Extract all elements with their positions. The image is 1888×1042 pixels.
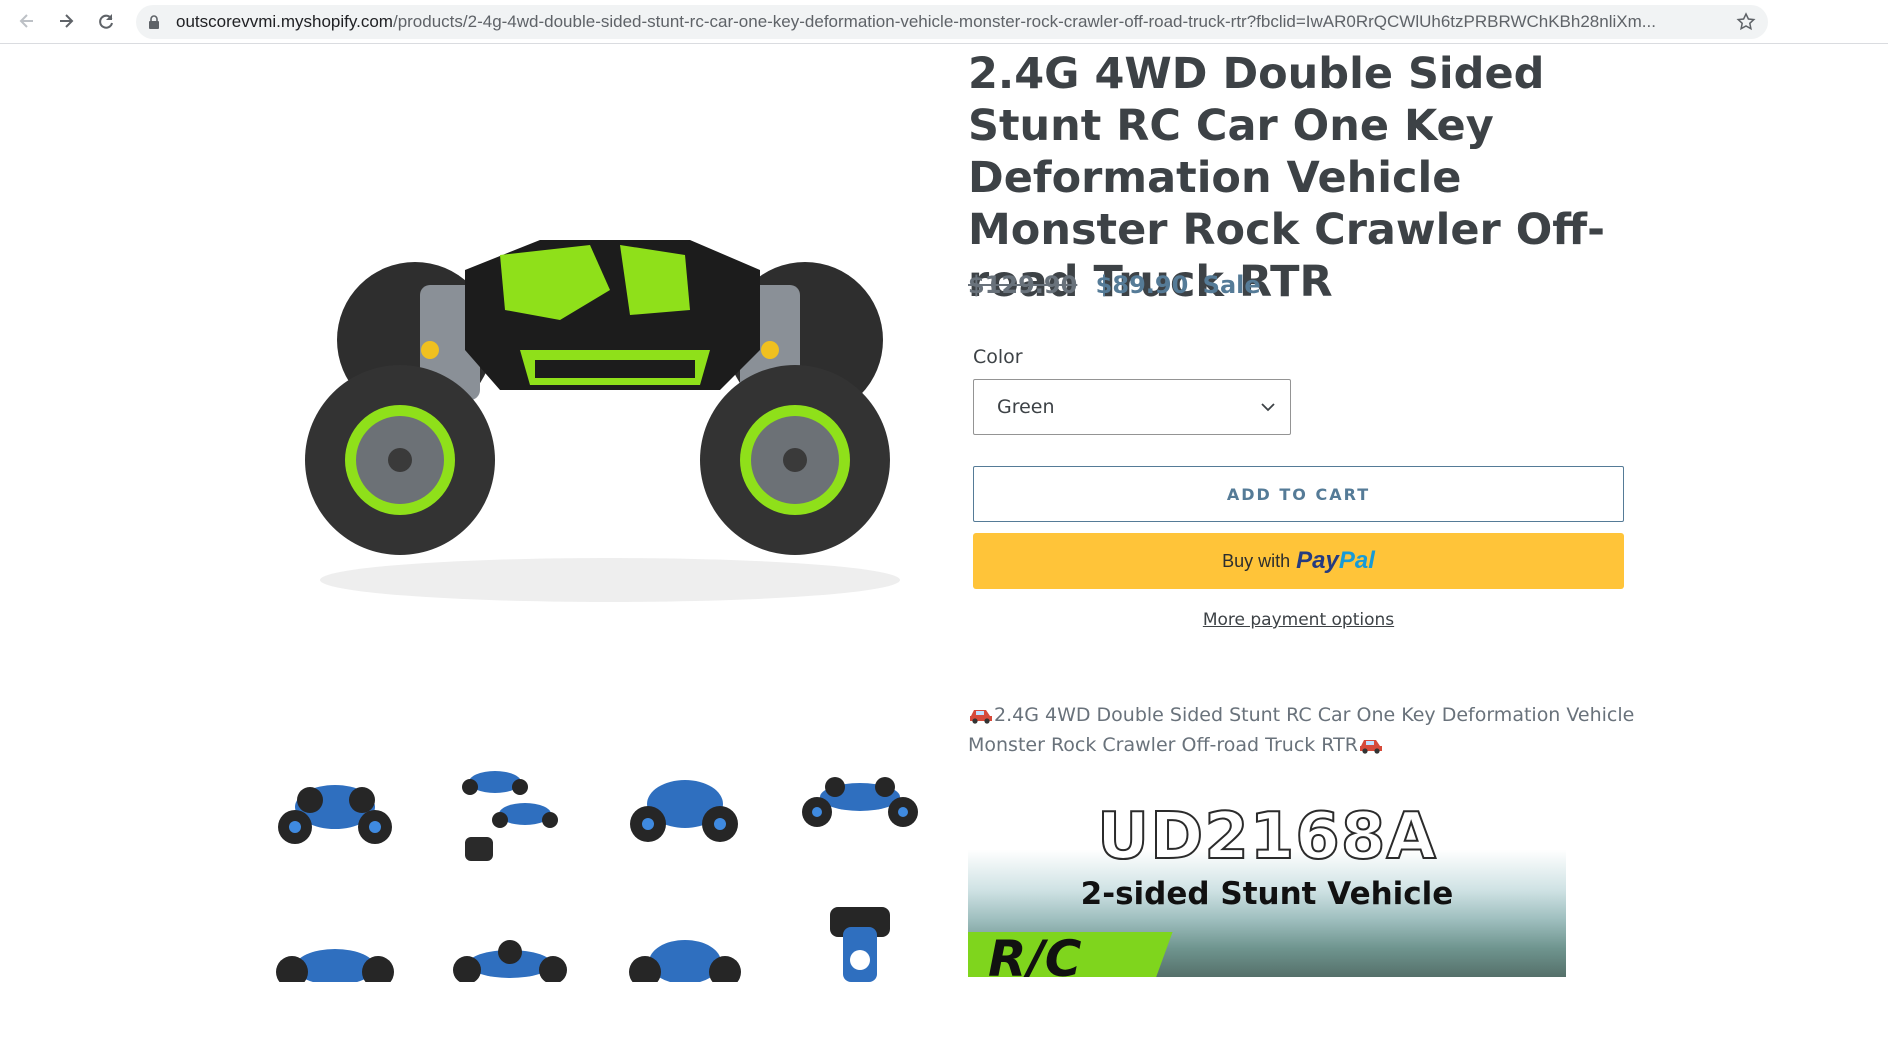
lock-icon — [149, 15, 159, 29]
color-label: Color — [973, 346, 1023, 368]
compare-at-price: $129.90 — [968, 271, 1078, 299]
color-select[interactable]: Green — [973, 379, 1291, 435]
description-image-subtitle: 2-sided Stunt Vehicle — [1080, 876, 1454, 912]
product-main-image[interactable] — [290, 200, 930, 620]
thumbnail-8[interactable] — [795, 902, 925, 1022]
price-block: $129.90 $89.90 Sale — [968, 268, 1261, 302]
thumbnail-6[interactable] — [445, 922, 575, 1042]
chevron-down-icon — [1261, 403, 1275, 412]
car-icon — [970, 710, 992, 724]
car-icon — [1359, 740, 1382, 754]
description-image-badge: R/C — [988, 930, 1082, 977]
more-payment-options-link[interactable]: More payment options — [973, 610, 1624, 630]
star-icon[interactable] — [1736, 12, 1756, 32]
paypal-logo: PayPal — [1296, 547, 1375, 575]
thumbnail-2[interactable] — [445, 752, 575, 872]
reload-button[interactable] — [91, 6, 121, 36]
browser-toolbar: outscorevvmi.myshopify.com/products/2-4g… — [0, 0, 1888, 44]
thumbnail-1[interactable] — [270, 752, 400, 872]
paypal-button[interactable]: Buy with PayPal — [973, 533, 1624, 589]
thumbnail-5[interactable] — [270, 922, 400, 1042]
paypal-logo-pay: Pay — [1296, 547, 1339, 574]
url-domain: outscorevvmi.myshopify.com — [176, 12, 393, 31]
reload-icon — [99, 14, 113, 29]
thumbnail-4[interactable] — [795, 752, 925, 872]
color-select-value: Green — [997, 396, 1055, 418]
sale-label: Sale — [1202, 271, 1261, 299]
url-path: /products/2-4g-4wd-double-sided-stunt-rc… — [392, 12, 1656, 31]
description-image: UD2168A 2-sided Stunt Vehicle R/C — [968, 784, 1566, 977]
add-to-cart-button[interactable]: ADD TO CART — [973, 466, 1624, 522]
description-image-model: UD2168A — [1096, 800, 1437, 874]
paypal-logo-pal: Pal — [1338, 547, 1375, 574]
thumbnail-7[interactable] — [620, 922, 750, 1042]
forward-button[interactable] — [51, 6, 81, 36]
forward-arrow-icon — [60, 14, 74, 28]
back-arrow-icon — [19, 14, 33, 28]
back-button[interactable] — [12, 6, 42, 36]
sale-price: $89.90 — [1095, 271, 1189, 299]
description-text: 2.4G 4WD Double Sided Stunt RC Car One K… — [968, 704, 1635, 756]
address-bar[interactable]: outscorevvmi.myshopify.com/products/2-4g… — [136, 5, 1768, 39]
product-description: 2.4G 4WD Double Sided Stunt RC Car One K… — [968, 700, 1648, 760]
thumbnail-3[interactable] — [620, 752, 750, 872]
paypal-buy-label: Buy with — [1222, 550, 1291, 571]
url-text: outscorevvmi.myshopify.com/products/2-4g… — [176, 5, 1716, 39]
